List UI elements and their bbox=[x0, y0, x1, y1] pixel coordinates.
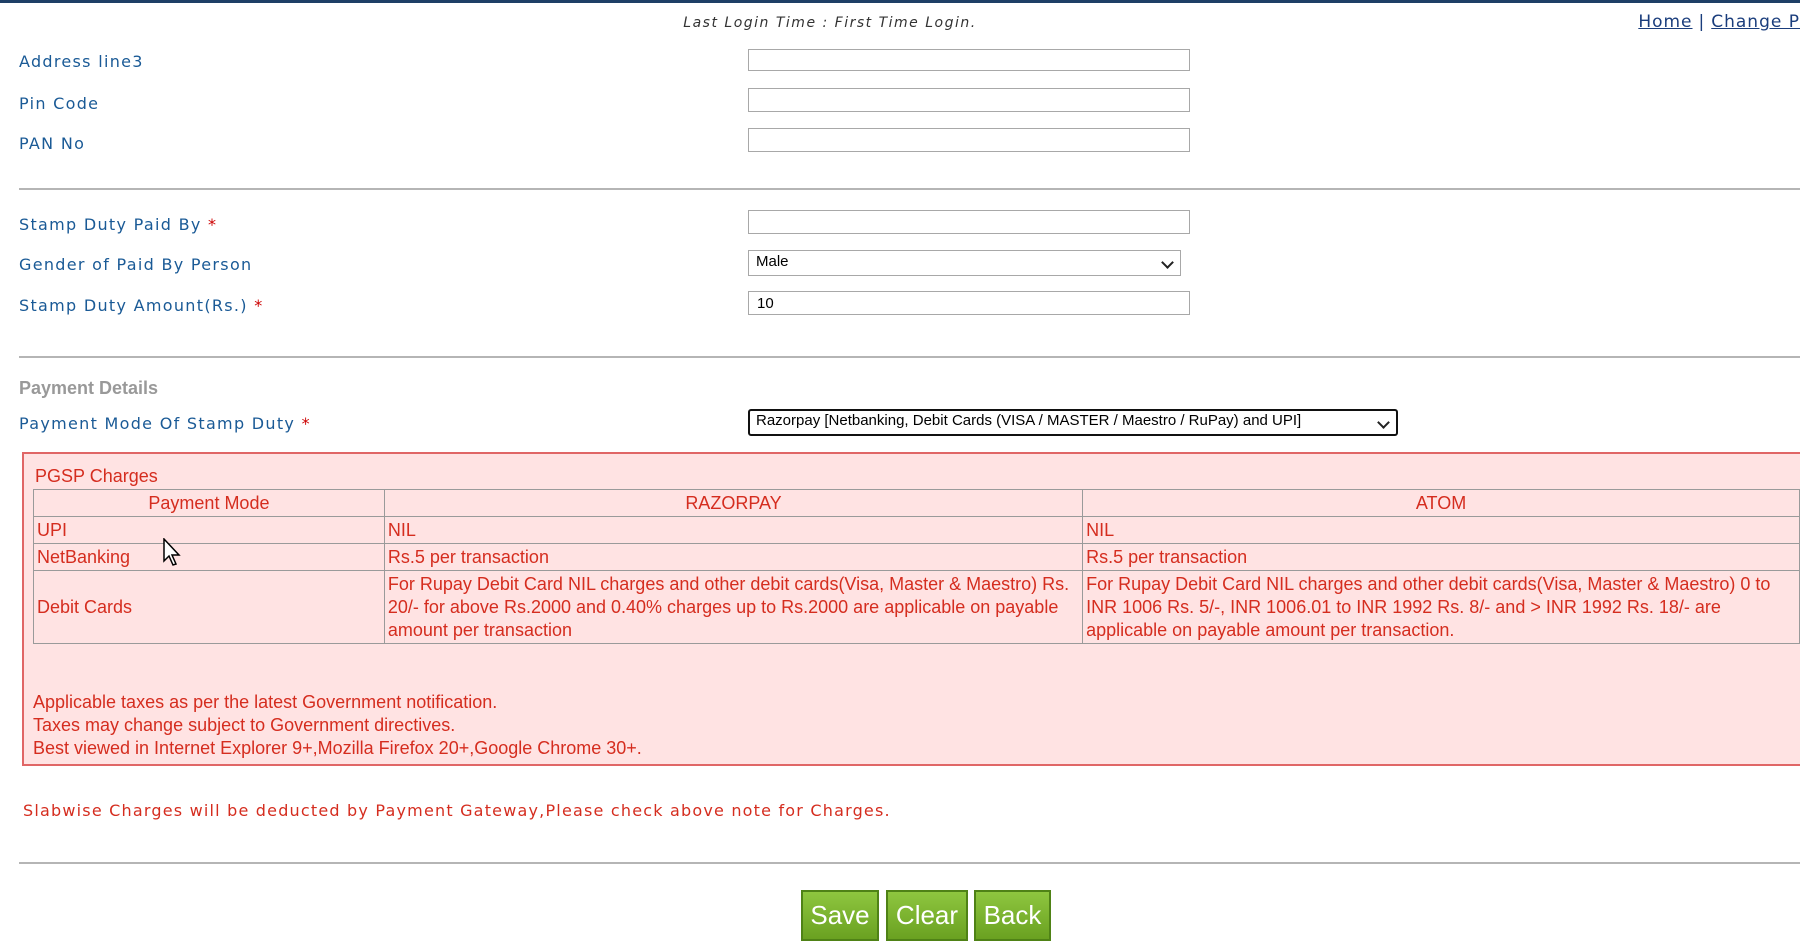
clear-button[interactable]: Clear bbox=[886, 890, 968, 941]
payment-details-heading: Payment Details bbox=[19, 378, 159, 398]
table-cell: NIL bbox=[383, 516, 1084, 544]
table-row: Debit Cards For Rupay Debit Card NIL cha… bbox=[33, 570, 1800, 644]
required-marker: * bbox=[301, 414, 311, 433]
payment-mode-selected-value: Razorpay [Netbanking, Debit Cards (VISA … bbox=[756, 412, 1302, 429]
note-line: Applicable taxes as per the latest Gover… bbox=[33, 692, 498, 712]
slabwise-charges-note: Slabwise Charges will be deducted by Pay… bbox=[23, 801, 891, 820]
table-cell: Rs.5 per transaction bbox=[383, 543, 1084, 571]
section-divider bbox=[19, 188, 1800, 190]
top-links: Home | Change P bbox=[1638, 12, 1800, 32]
chevron-down-icon bbox=[1377, 416, 1390, 429]
stamp-duty-amount-input[interactable] bbox=[748, 291, 1190, 315]
pin-code-input[interactable] bbox=[748, 88, 1190, 112]
table-header-row: Payment Mode RAZORPAY ATOM bbox=[33, 489, 1800, 517]
section-divider bbox=[19, 356, 1800, 358]
pan-no-input[interactable] bbox=[748, 128, 1190, 152]
table-cell: For Rupay Debit Card NIL charges and oth… bbox=[383, 570, 1084, 644]
table-cell: NIL bbox=[1082, 516, 1800, 544]
pgsp-charges-panel: PGSP Charges Payment Mode RAZORPAY ATOM … bbox=[22, 452, 1800, 766]
stamp-duty-paid-by-text: Stamp Duty Paid By bbox=[19, 215, 202, 234]
payment-mode-select[interactable]: Razorpay [Netbanking, Debit Cards (VISA … bbox=[748, 409, 1398, 436]
chevron-down-icon bbox=[1161, 256, 1174, 269]
header-payment-mode: Payment Mode bbox=[33, 489, 385, 517]
header-razorpay: RAZORPAY bbox=[383, 489, 1084, 517]
required-marker: * bbox=[208, 215, 218, 234]
back-button[interactable]: Back bbox=[974, 890, 1051, 941]
mouse-cursor-icon bbox=[163, 538, 181, 566]
payment-mode-text: Payment Mode Of Stamp Duty bbox=[19, 414, 296, 433]
top-border bbox=[0, 0, 1800, 3]
table-row: UPI NIL NIL bbox=[33, 516, 1800, 544]
home-link[interactable]: Home bbox=[1638, 12, 1692, 32]
change-password-link[interactable]: Change P bbox=[1711, 12, 1800, 32]
stamp-duty-paid-by-input[interactable] bbox=[748, 210, 1190, 234]
table-cell: NetBanking bbox=[33, 543, 385, 571]
payment-mode-label: Payment Mode Of Stamp Duty * bbox=[19, 414, 311, 433]
section-divider bbox=[19, 862, 1800, 864]
table-cell: For Rupay Debit Card NIL charges and oth… bbox=[1082, 570, 1800, 644]
note-line: Best viewed in Internet Explorer 9+,Mozi… bbox=[33, 738, 642, 758]
pin-code-label: Pin Code bbox=[19, 94, 100, 113]
required-marker: * bbox=[254, 296, 264, 315]
table-row: NetBanking Rs.5 per transaction Rs.5 per… bbox=[33, 543, 1800, 571]
pgsp-charges-title: PGSP Charges bbox=[35, 466, 158, 486]
header-atom: ATOM bbox=[1082, 489, 1800, 517]
link-separator: | bbox=[1698, 12, 1706, 32]
address-line3-input[interactable] bbox=[748, 49, 1190, 71]
gender-label: Gender of Paid By Person bbox=[19, 255, 253, 274]
stamp-duty-amount-text: Stamp Duty Amount(Rs.) bbox=[19, 296, 248, 315]
note-line: Taxes may change subject to Government d… bbox=[33, 715, 456, 735]
tax-notes: Applicable taxes as per the latest Gover… bbox=[33, 691, 642, 760]
table-cell: UPI bbox=[33, 516, 385, 544]
stamp-duty-paid-by-label: Stamp Duty Paid By * bbox=[19, 215, 217, 234]
table-cell: Debit Cards bbox=[33, 570, 385, 644]
stamp-duty-amount-label: Stamp Duty Amount(Rs.) * bbox=[19, 296, 264, 315]
gender-selected-value: Male bbox=[756, 253, 789, 270]
table-cell: Rs.5 per transaction bbox=[1082, 543, 1800, 571]
pgsp-charges-table: Payment Mode RAZORPAY ATOM UPI NIL NIL N… bbox=[33, 489, 1800, 644]
address-line3-label: Address line3 bbox=[19, 52, 144, 71]
last-login-time: Last Login Time : First Time Login. bbox=[683, 15, 977, 31]
gender-select[interactable]: Male bbox=[748, 250, 1181, 276]
pan-no-label: PAN No bbox=[19, 134, 86, 153]
save-button[interactable]: Save bbox=[801, 890, 879, 941]
